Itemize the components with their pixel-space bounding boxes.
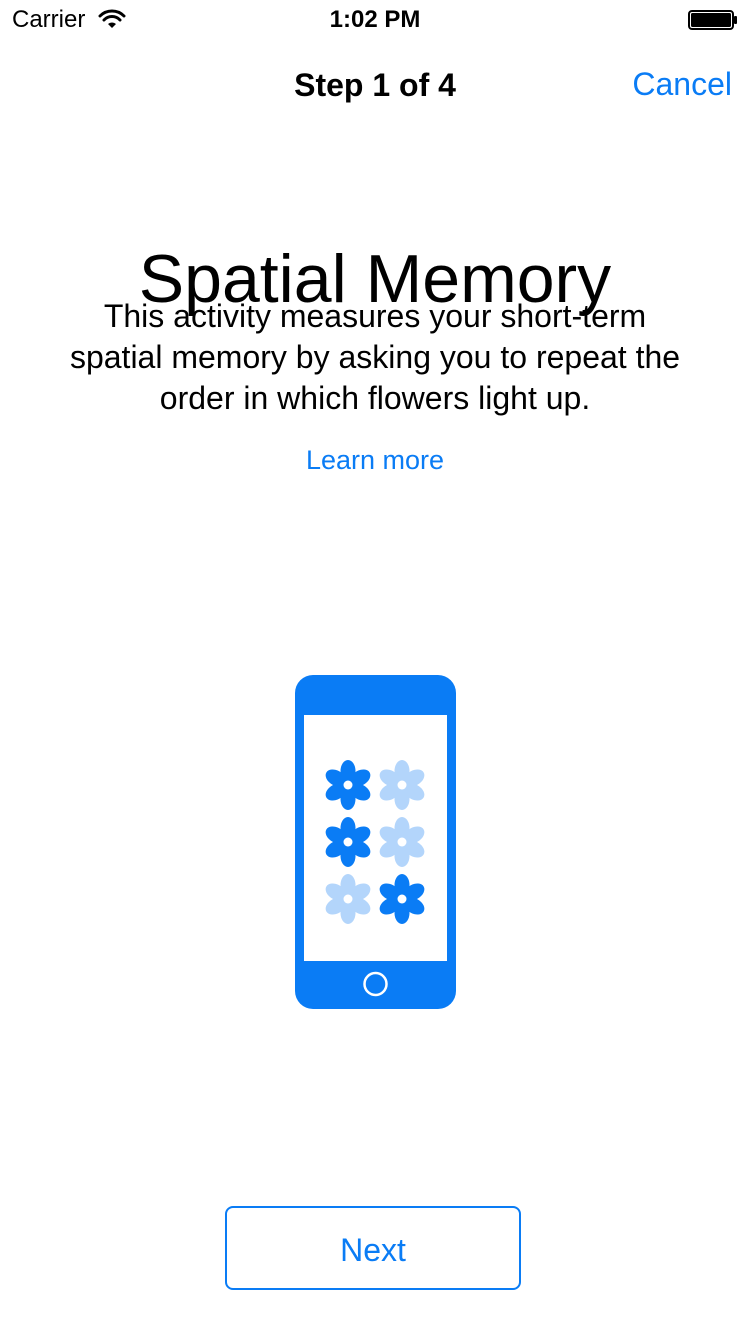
battery-icon [688, 10, 737, 30]
learn-more-link[interactable]: Learn more [0, 442, 750, 478]
navigation-bar: Step 1 of 4 Cancel [0, 40, 750, 128]
status-bar: Carrier 1:02 PM [0, 0, 750, 40]
status-time: 1:02 PM [329, 6, 421, 33]
activity-description: This activity measures your short-term s… [69, 298, 681, 416]
phone-screen [304, 715, 447, 961]
phone-with-flowers-icon [295, 675, 456, 1009]
cancel-button[interactable]: Cancel [632, 64, 732, 104]
next-button[interactable]: Next [225, 1206, 521, 1290]
